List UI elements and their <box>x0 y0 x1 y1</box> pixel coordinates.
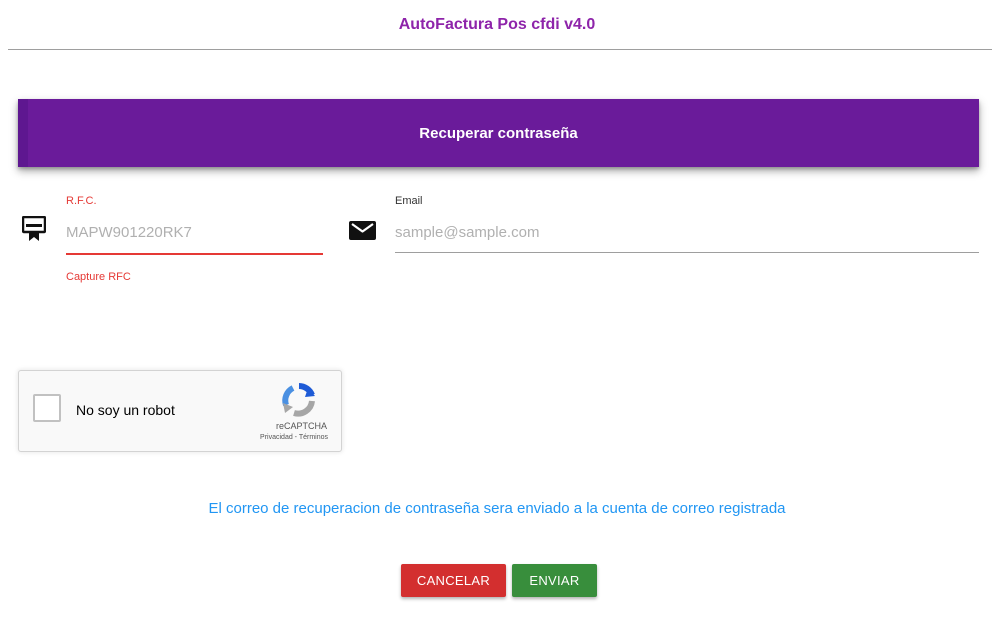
recaptcha-checkbox[interactable] <box>33 394 61 422</box>
envelope-icon <box>349 221 376 240</box>
rfc-input[interactable] <box>66 221 321 243</box>
info-message: El correo de recuperacion de contraseña … <box>208 500 786 517</box>
cancel-button[interactable]: CANCELAR <box>401 564 506 597</box>
rfc-underline <box>66 253 323 255</box>
recaptcha-logo-icon <box>282 383 315 417</box>
email-label: Email <box>395 195 423 207</box>
rfc-error-text: Capture RFC <box>66 271 131 283</box>
recaptcha-widget: No soy un robot reCAPTCHA Privacidad - T… <box>18 370 342 452</box>
email-input[interactable] <box>395 221 975 243</box>
banner-title: Recuperar contraseña <box>419 124 578 142</box>
rfc-label: R.F.C. <box>66 195 97 207</box>
header-divider <box>8 49 992 50</box>
recover-password-banner: Recuperar contraseña <box>18 99 979 167</box>
badge-icon <box>22 216 46 241</box>
app-title: AutoFactura Pos cfdi v4.0 <box>398 16 596 33</box>
recaptcha-links[interactable]: Privacidad - Términos <box>260 434 328 441</box>
send-button[interactable]: ENVIAR <box>512 564 597 597</box>
email-underline <box>395 252 979 253</box>
recaptcha-brand: reCAPTCHA <box>275 421 327 431</box>
recaptcha-label: No soy un robot <box>76 402 175 418</box>
